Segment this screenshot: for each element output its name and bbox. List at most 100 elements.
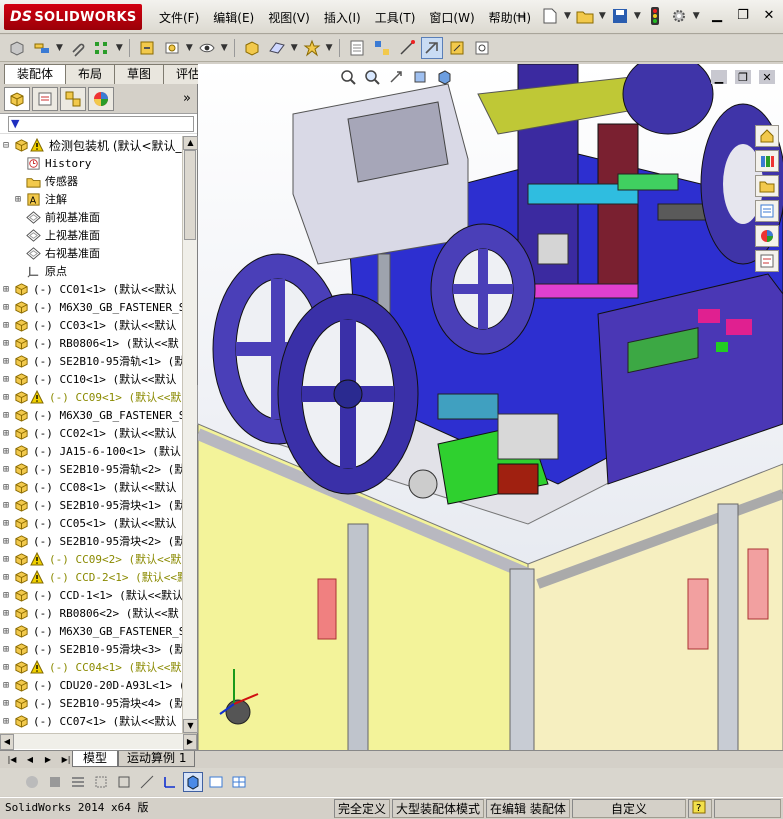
rebuild-traffic-light-icon[interactable] (645, 6, 665, 26)
tab-motion-study-1[interactable]: 运动算例 1 (118, 751, 196, 767)
tree-node-plane[interactable]: 前视基准面 (0, 208, 182, 226)
menu-tools[interactable]: 工具(T) (368, 9, 423, 27)
interference-detection-icon[interactable] (420, 37, 443, 59)
shaded-view-icon[interactable] (45, 772, 65, 792)
menu-help[interactable]: 帮助(H) (482, 9, 538, 27)
new-document-icon[interactable] (540, 6, 560, 26)
expand-toggle-icon[interactable]: ⊞ (0, 554, 12, 565)
zebra-icon[interactable] (68, 772, 88, 792)
tree-component-row[interactable]: ⊞ (-) RB0806<2> (默认<<默 (0, 604, 182, 622)
view-orientation-icon[interactable] (434, 68, 454, 86)
tree-component-row[interactable]: ⊞ (-) CC08<1> (默认<<默认 (0, 478, 182, 496)
tree-horizontal-scrollbar[interactable]: ◀ ▶ (0, 733, 197, 750)
section-view-icon[interactable] (410, 68, 430, 86)
expand-toggle-icon[interactable]: ⊞ (0, 356, 12, 367)
single-view-icon[interactable] (206, 772, 226, 792)
prev-tab-icon[interactable]: ◀ (22, 753, 38, 767)
expand-toggle-icon[interactable]: ⊞ (0, 572, 12, 583)
reference-geometry-icon[interactable] (266, 37, 288, 59)
tab-model[interactable]: 模型 (72, 751, 119, 767)
menu-insert[interactable]: 插入(I) (317, 9, 368, 27)
viewport-minimize-icon[interactable]: ▁ (711, 70, 727, 84)
expand-toggle-icon[interactable]: ⊞ (0, 608, 12, 619)
expand-toggle-icon[interactable]: ⊞ (0, 662, 12, 673)
design-library-icon[interactable] (755, 150, 779, 172)
tree-component-row[interactable]: ⊞ (-) CC04<1> (默认<<默 (0, 658, 182, 676)
tab-sketch[interactable]: 草图 (114, 64, 165, 84)
solidworks-logo[interactable]: DS SOLIDWORKS (4, 4, 142, 30)
pattern-caret-icon[interactable]: ▼ (116, 43, 123, 53)
close-icon[interactable]: ✕ (761, 8, 777, 23)
custom-properties-icon[interactable] (755, 250, 779, 272)
panel-expand-chevron-icon[interactable]: » (183, 91, 191, 106)
menu-window[interactable]: 窗口(W) (422, 9, 481, 27)
tree-root-assembly[interactable]: ⊟ 检测包装机 (默认<默认_显 (0, 136, 182, 154)
tree-component-row[interactable]: ⊞ (-) M6X30_GB_FASTENER_S (0, 622, 182, 640)
assembly-features-icon[interactable] (241, 37, 263, 59)
axes-icon[interactable] (160, 772, 180, 792)
tab-assembly[interactable]: 装配体 (4, 64, 67, 84)
previous-view-icon[interactable] (386, 68, 406, 86)
options-gear-icon[interactable] (669, 6, 689, 26)
expand-toggle-icon[interactable]: ⊞ (0, 464, 12, 475)
appearances-icon[interactable] (755, 225, 779, 247)
linear-pattern-icon[interactable] (91, 37, 113, 59)
bill-of-materials-icon[interactable] (346, 37, 368, 59)
expand-toggle-icon[interactable]: ⊞ (0, 374, 12, 385)
clearance-verification-icon[interactable] (446, 37, 468, 59)
configuration-manager-tab-icon[interactable] (60, 86, 86, 111)
options-caret-icon[interactable]: ▼ (693, 11, 700, 21)
scroll-down-icon[interactable]: ▼ (183, 719, 198, 733)
minimize-icon[interactable]: ▁ (709, 8, 725, 23)
expand-toggle-icon[interactable]: ⊞ (0, 446, 12, 457)
next-tab-icon[interactable]: ▶ (40, 753, 56, 767)
reference-caret-icon[interactable]: ▼ (291, 43, 298, 53)
expand-toggle-icon[interactable]: ⊞ (0, 518, 12, 529)
insert-components-icon[interactable] (6, 37, 28, 59)
tree-vertical-scrollbar[interactable]: ▲ ▼ (182, 136, 198, 733)
shaded-with-edges-icon[interactable] (183, 772, 203, 792)
exploded-view-icon[interactable] (371, 37, 393, 59)
menu-file[interactable]: 文件(F) (152, 9, 206, 27)
tree-component-row[interactable]: ⊞ (-) CC09<1> (默认<<默 (0, 388, 182, 406)
viewport-restore-icon[interactable]: ❐ (735, 70, 751, 84)
mate-caret-icon[interactable]: ▼ (56, 43, 63, 53)
tree-node-plane[interactable]: 右视基准面 (0, 244, 182, 262)
tree-component-row[interactable]: ⊞ (-) SE2B10-95滑轨<1> (默 (0, 352, 182, 370)
expand-toggle-icon[interactable]: ⊞ (0, 626, 12, 637)
solidworks-resources-icon[interactable] (755, 125, 779, 147)
restore-icon[interactable]: ❐ (735, 8, 751, 23)
open-caret-icon[interactable]: ▼ (599, 11, 606, 21)
zoom-to-area-icon[interactable] (362, 68, 382, 86)
motion-caret-icon[interactable]: ▼ (326, 43, 333, 53)
menu-edit[interactable]: 编辑(E) (206, 9, 261, 27)
view-palette-icon[interactable] (755, 200, 779, 222)
scroll-left-icon[interactable]: ◀ (0, 734, 14, 750)
feature-manager-tab-icon[interactable] (4, 86, 30, 111)
tab-layout[interactable]: 布局 (65, 64, 116, 84)
expand-toggle-icon[interactable]: ⊞ (0, 284, 12, 295)
file-explorer-icon[interactable] (755, 175, 779, 197)
assembly-model-render[interactable] (198, 64, 783, 751)
tree-node-origin[interactable]: 原点 (0, 262, 182, 280)
hidden-lines-icon[interactable] (91, 772, 111, 792)
pin-menu-icon[interactable]: ⊣ (515, 9, 525, 23)
new-motion-study-icon[interactable] (301, 37, 323, 59)
tree-component-row[interactable]: ⊞ (-) CDU20-20D-A93L<1> ( (0, 676, 182, 694)
status-units[interactable]: 自定义 (572, 799, 686, 818)
tree-component-row[interactable]: ⊞ (-) JA15-6-100<1> (默认 (0, 442, 182, 460)
tree-node-history[interactable]: History (0, 154, 182, 172)
expand-toggle-icon[interactable]: ⊞ (0, 590, 12, 601)
curvature-icon[interactable] (22, 772, 42, 792)
expand-toggle-icon[interactable]: ⊞ (0, 698, 12, 709)
draft-quality-icon[interactable] (137, 772, 157, 792)
expand-toggle-icon[interactable]: ⊞ (0, 536, 12, 547)
expand-toggle-icon[interactable]: ⊞ (12, 194, 24, 205)
scroll-right-icon[interactable]: ▶ (183, 734, 197, 750)
move-caret-icon[interactable]: ▼ (186, 43, 193, 53)
save-icon[interactable] (610, 6, 630, 26)
tree-component-row[interactable]: ⊞ (-) CC07<1> (默认<<默认 (0, 712, 182, 730)
save-caret-icon[interactable]: ▼ (634, 11, 641, 21)
expand-toggle-icon[interactable]: ⊞ (0, 302, 12, 313)
tree-node-annotation[interactable]: ⊞ A 注解 (0, 190, 182, 208)
